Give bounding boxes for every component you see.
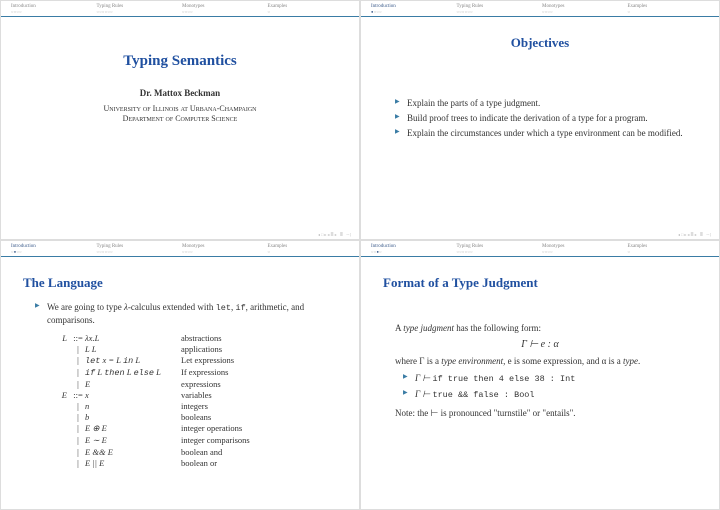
nav-rules: Typing Rules○○○○○○: [95, 244, 181, 255]
nav-ex: Examples○: [626, 244, 712, 255]
list-item: Explain the parts of a type judgment.: [397, 97, 697, 109]
nav-intro: Introduction○○○○: [9, 4, 95, 15]
nav-rules: Typing Rules○○○○○○: [95, 4, 181, 15]
navbar: Introduction●○○○ Typing Rules○○○○○○ Mono…: [361, 1, 719, 17]
nav-ex: Examples○: [626, 4, 712, 15]
nav-rules: Typing Rules○○○○○○: [455, 4, 541, 15]
slide-title: Format of a Type Judgment: [383, 275, 697, 291]
list-item: Explain the circumstances under which a …: [397, 127, 697, 139]
list-item: Build proof trees to indicate the deriva…: [397, 112, 697, 124]
nav-intro: Introduction○○●○: [369, 244, 455, 255]
note-text: Note: the ⊢ is pronounced "turnstile" or…: [395, 408, 697, 419]
navbar: Introduction○●○○ Typing Rules○○○○○○ Mono…: [1, 241, 359, 257]
nav-intro: Introduction○●○○: [9, 244, 95, 255]
nav-mono: Monotypes○○○○: [540, 4, 626, 15]
judgment-formula: Γ ⊢ e : α: [383, 339, 697, 350]
nav-mono: Monotypes○○○○: [540, 244, 626, 255]
navbar: Introduction○○●○ Typing Rules○○○○○○ Mono…: [361, 241, 719, 257]
author: Dr. Mattox Beckman: [23, 88, 337, 98]
examples-list: Γ ⊢ if true then 4 else 38 : Int Γ ⊢ tru…: [391, 372, 697, 402]
nav-mono: Monotypes○○○○: [180, 244, 266, 255]
grammar-table: L::=λx.Labstractions |L Lapplications |l…: [49, 333, 337, 468]
navbar: Introduction○○○○ Typing Rules○○○○○○ Mono…: [1, 1, 359, 17]
slide-title: Objectives: [383, 35, 697, 51]
nav-mono: Monotypes○○○○: [180, 4, 266, 15]
nav-rules: Typing Rules○○○○○○: [455, 244, 541, 255]
footer-controls: ◂ □ ▸ ◂ ≣ ▸ ≣ ∽⟨: [678, 232, 711, 237]
nav-ex: Examples○: [266, 4, 352, 15]
slide-title: The Language: [23, 275, 337, 291]
intro-text: We are going to type λ-calculus extended…: [23, 301, 337, 327]
objectives-list: Explain the parts of a type judgment. Bu…: [383, 97, 697, 139]
list-item: Γ ⊢ if true then 4 else 38 : Int: [405, 372, 697, 385]
slide-objectives: Introduction●○○○ Typing Rules○○○○○○ Mono…: [360, 0, 720, 240]
slide-judgment: Introduction○○●○ Typing Rules○○○○○○ Mono…: [360, 240, 720, 510]
nav-ex: Examples○: [266, 244, 352, 255]
main-title: Typing Semantics: [23, 53, 337, 70]
list-item: Γ ⊢ true && false : Bool: [405, 388, 697, 401]
slide-language: Introduction○●○○ Typing Rules○○○○○○ Mono…: [0, 240, 360, 510]
explain-text: where Γ is a type environment, e is some…: [395, 356, 697, 366]
slide-title: Introduction○○○○ Typing Rules○○○○○○ Mono…: [0, 0, 360, 240]
nav-intro: Introduction●○○○: [369, 4, 455, 15]
list-item: We are going to type λ-calculus extended…: [37, 301, 337, 327]
intro-text: A type judgment has the following form:: [395, 323, 697, 333]
footer-controls: ◂ □ ▸ ◂ ≣ ▸ ≣ ∽⟨: [318, 232, 351, 237]
affiliation: University of Illinois at Urbana-Champai…: [23, 104, 337, 125]
